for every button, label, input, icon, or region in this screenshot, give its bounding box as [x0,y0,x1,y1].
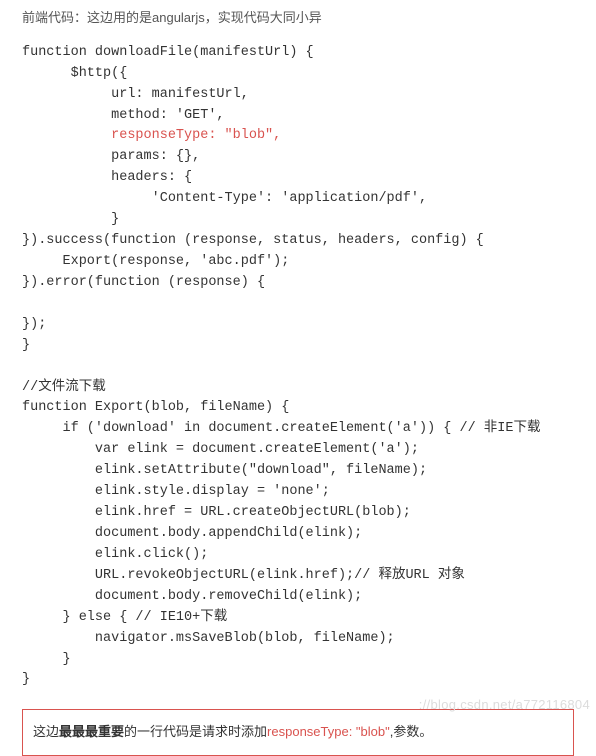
code-line: var elink = document.createElement('a'); [22,442,419,457]
note-bold: 最最最重要 [59,724,124,739]
code-line: headers: { [22,170,192,185]
code-line: elink.style.display = 'none'; [22,484,330,499]
code-line: } [22,652,71,667]
code-line: navigator.msSaveBlob(blob, fileName); [22,631,395,646]
code-line: elink.click(); [22,547,208,562]
note-suffix: ,参数。 [390,724,433,739]
code-line: document.body.removeChild(elink); [22,589,362,604]
code-snippet: function downloadFile(manifestUrl) { $ht… [22,43,574,692]
intro-text: 前端代码：这边用的是angularjs，实现代码大同小异 [22,8,574,29]
note-prefix: 这边 [33,724,59,739]
code-line: 'Content-Type': 'application/pdf', [22,191,427,206]
code-line-highlight: responseType: "blob", [22,128,281,143]
code-line: } [22,338,30,353]
code-line: $http({ [22,66,127,81]
code-line: url: manifestUrl, [22,87,249,102]
code-line: elink.href = URL.createObjectURL(blob); [22,505,411,520]
code-line: document.body.appendChild(elink); [22,526,362,541]
code-line: } [22,212,119,227]
note-mid: 的一行代码是请求时添加 [124,724,267,739]
code-line: } [22,672,30,687]
code-line: } else { // IE10+下载 [22,610,227,625]
note-highlight: responseType: "blob" [267,724,390,739]
important-note-box: 这边最最最重要的一行代码是请求时添加responseType: "blob",参… [22,709,574,756]
code-line: Export(response, 'abc.pdf'); [22,254,289,269]
code-line: elink.setAttribute("download", fileName)… [22,463,427,478]
code-line: //文件流下载 [22,380,106,395]
code-line: }).success(function (response, status, h… [22,233,484,248]
code-line: function Export(blob, fileName) { [22,400,289,415]
code-line: params: {}, [22,149,200,164]
code-line: method: 'GET', [22,108,225,123]
code-line: if ('download' in document.createElement… [22,421,540,436]
code-line: }); [22,317,46,332]
code-line: URL.revokeObjectURL(elink.href);// 释放URL… [22,568,465,583]
code-line: }).error(function (response) { [22,275,265,290]
code-line: function downloadFile(manifestUrl) { [22,45,314,60]
